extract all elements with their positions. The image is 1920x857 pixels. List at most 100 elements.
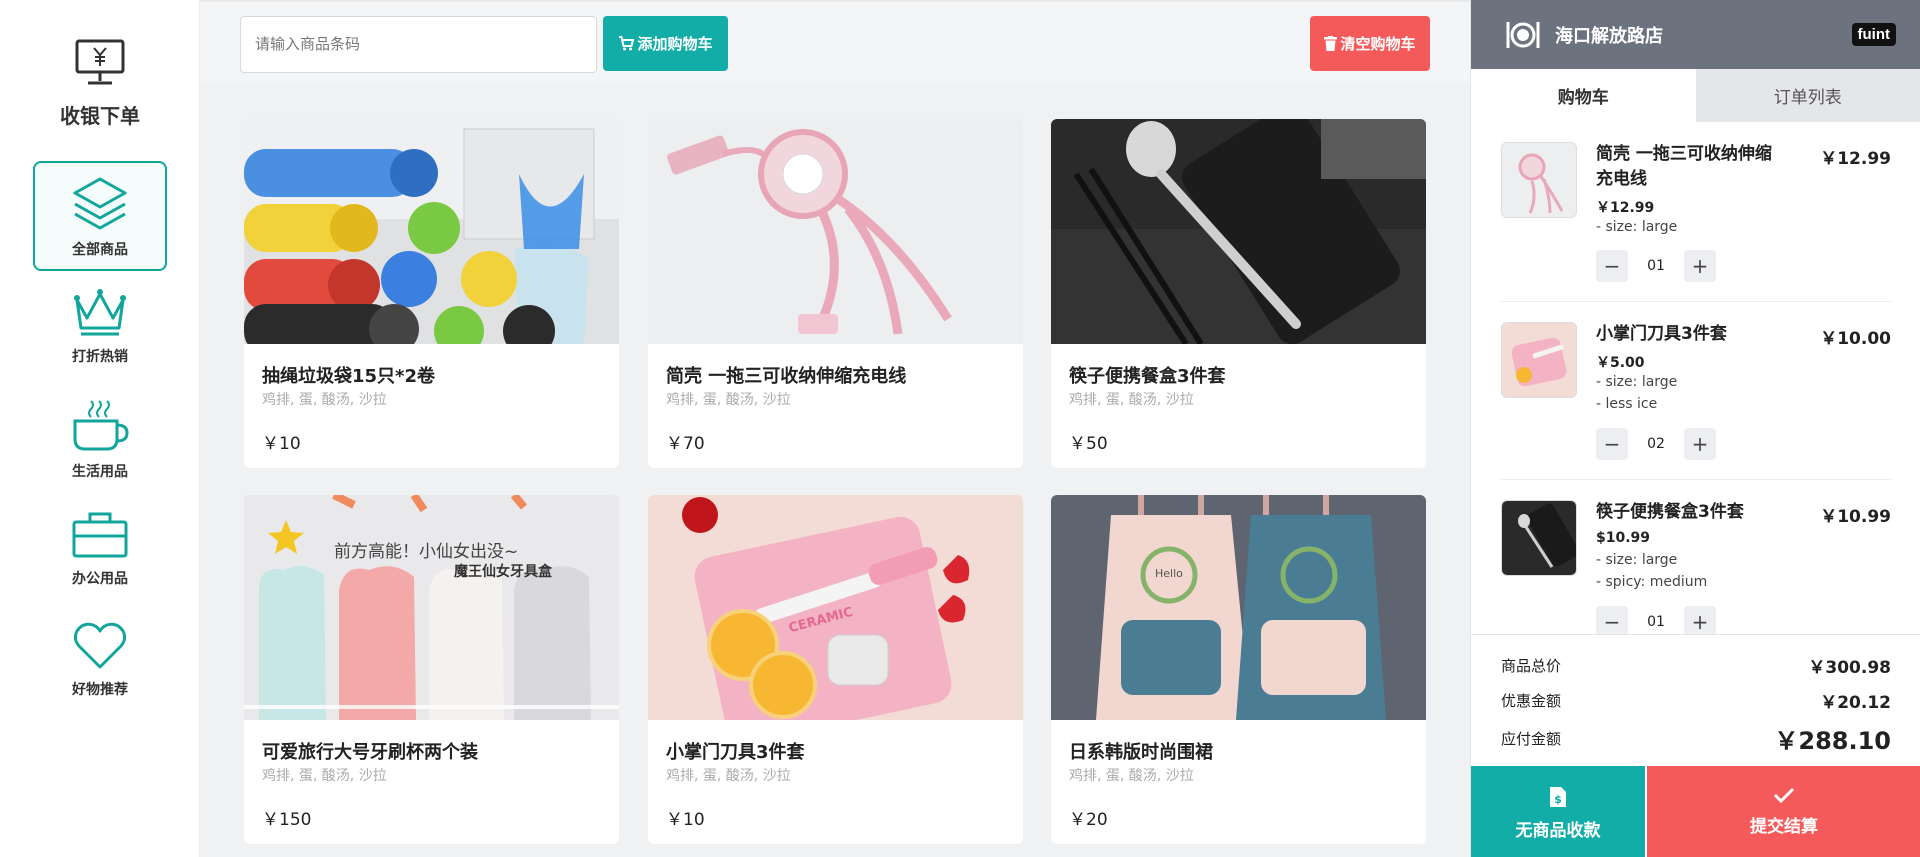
discount-label: 优惠金额	[1501, 692, 1562, 710]
cart-item-unit-price: $10.99	[1596, 530, 1651, 546]
cart-panel: 海口解放路店 fuint 购物车 订单列表 简壳 一拖三可收纳伸缩充电线 ￥12…	[1470, 0, 1920, 857]
summary-payable-row: 应付金额 ￥288.10	[1501, 721, 1891, 756]
quantity-value[interactable]: 02	[1628, 436, 1684, 452]
order-summary: 商品总价 ￥300.98 优惠金额 ￥20.12 应付金额 ￥288.10	[1471, 634, 1920, 766]
payable-label: 应付金额	[1501, 730, 1562, 748]
brand: 收银下单	[0, 38, 200, 129]
receipt-dollar-icon: $	[1550, 787, 1566, 807]
quantity-stepper: − 01 +	[1596, 250, 1716, 282]
quantity-value[interactable]: 01	[1628, 258, 1684, 274]
nav-recommended[interactable]: 好物推荐	[33, 607, 167, 717]
cart-item-thumbnail	[1501, 500, 1577, 576]
total-value: ￥300.98	[1808, 658, 1891, 678]
nav-office-goods[interactable]: 办公用品	[33, 496, 167, 606]
payable-value: ￥288.10	[1774, 727, 1891, 755]
cart-item-option: - less ice	[1596, 396, 1658, 412]
shop-name: 海口解放路店	[1555, 25, 1663, 47]
decrease-button[interactable]: −	[1596, 428, 1628, 460]
product-card[interactable]: 筷子便携餐盒3件套 鸡排, 蛋, 酸汤, 沙拉 ￥50	[1051, 119, 1426, 468]
product-price: ￥20	[1069, 810, 1108, 830]
nav-label: 打折热销	[72, 349, 128, 365]
cart-item-total: ￥12.99	[1820, 149, 1891, 169]
product-card[interactable]: CERAMIC 小掌门刀具3件套 鸡排, 蛋, 酸汤, 沙拉 ￥10	[648, 495, 1023, 844]
product-desc: 鸡排, 蛋, 酸汤, 沙拉	[666, 392, 791, 408]
product-card[interactable]: 抽绳垃圾袋15只*2卷 鸡排, 蛋, 酸汤, 沙拉 ￥10	[244, 119, 619, 468]
product-image-subline: 魔王仙女牙具盒	[454, 564, 552, 580]
add-to-cart-button[interactable]: 添加购物车	[603, 16, 728, 71]
decrease-button[interactable]: −	[1596, 250, 1628, 282]
clear-cart-label: 清空购物车	[1340, 35, 1416, 53]
summary-total-row: 商品总价 ￥300.98	[1501, 653, 1891, 678]
cart-item-option: - size: large	[1596, 219, 1678, 235]
product-name: 小掌门刀具3件套	[666, 742, 805, 763]
add-to-cart-label: 添加购物车	[637, 35, 713, 53]
monitor-yen-icon	[75, 39, 125, 85]
product-desc: 鸡排, 蛋, 酸汤, 沙拉	[262, 768, 387, 784]
page-title: 收银下单	[60, 104, 140, 128]
product-price: ￥150	[262, 810, 312, 830]
product-name: 日系韩版时尚围裙	[1069, 742, 1213, 763]
barcode-search-input[interactable]	[240, 16, 597, 73]
product-card[interactable]: 前方高能！小仙女出没~ 魔王仙女牙具盒 可爱旅行大号牙刷杯两个装 鸡排, 蛋, …	[244, 495, 619, 844]
nav-discount-hot[interactable]: 打折热销	[33, 274, 167, 384]
clear-cart-button[interactable]: 清空购物车	[1310, 16, 1430, 71]
product-card[interactable]: Hello 日系韩版时尚围裙 鸡排, 蛋, 酸汤, 沙拉 ￥20	[1051, 495, 1426, 844]
product-name: 抽绳垃圾袋15只*2卷	[262, 366, 435, 387]
summary-discount-row: 优惠金额 ￥20.12	[1501, 688, 1891, 713]
cart-item-name: 简壳 一拖三可收纳伸缩充电线	[1596, 144, 1772, 189]
cart-item-option: - size: large	[1596, 374, 1678, 390]
toolbar: 添加购物车 清空购物车	[200, 0, 1470, 83]
cart-item-thumbnail	[1501, 142, 1577, 218]
crown-icon	[74, 289, 126, 336]
cart-item-option: - size: large	[1596, 552, 1678, 568]
product-desc: 鸡排, 蛋, 酸汤, 沙拉	[1069, 392, 1194, 408]
cart-item-thumbnail	[1501, 322, 1577, 398]
product-card[interactable]: 简壳 一拖三可收纳伸缩充电线 鸡排, 蛋, 酸汤, 沙拉 ￥70	[648, 119, 1023, 468]
product-image-cutlery-set	[1051, 119, 1426, 344]
cart-icon	[619, 36, 635, 51]
product-grid: 抽绳垃圾袋15只*2卷 鸡排, 蛋, 酸汤, 沙拉 ￥10 简壳 一拖三可收纳伸…	[200, 83, 1470, 857]
quantity-stepper: − 02 +	[1596, 428, 1716, 460]
product-name: 可爱旅行大号牙刷杯两个装	[262, 742, 478, 763]
product-price: ￥10	[666, 810, 705, 830]
cart-item: 小掌门刀具3件套 ￥10.00 ￥5.00 - size: large - le…	[1501, 302, 1891, 480]
nav-all-products[interactable]: 全部商品	[33, 161, 167, 271]
cart-item-name: 小掌门刀具3件套	[1596, 324, 1727, 344]
cart-item-option: - spicy: medium	[1596, 574, 1708, 590]
coffee-cup-icon	[73, 400, 129, 451]
cart-item-name: 筷子便携餐盒3件套	[1596, 502, 1744, 522]
brand-badge: fuint	[1851, 23, 1896, 46]
nav-daily-goods[interactable]: 生活用品	[33, 385, 167, 495]
submit-checkout-button[interactable]: 提交结算	[1647, 766, 1920, 857]
increase-button[interactable]: +	[1684, 250, 1716, 282]
nav-label: 生活用品	[72, 464, 128, 480]
cart-item: 筷子便携餐盒3件套 ￥10.99 $10.99 - size: large - …	[1501, 480, 1891, 634]
product-price: ￥10	[262, 434, 301, 454]
cart-item-unit-price: ￥5.00	[1596, 355, 1645, 371]
checkmark-icon	[1773, 787, 1795, 804]
tab-order-list[interactable]: 订单列表	[1695, 69, 1920, 122]
submit-checkout-label: 提交结算	[1750, 817, 1818, 837]
tab-cart[interactable]: 购物车	[1471, 69, 1696, 122]
product-image-knife-set: CERAMIC	[648, 495, 1023, 720]
product-image-charging-cable	[648, 119, 1023, 344]
sidebar: 收银下单 全部商品 打折热销 生活用品 办公用品 好物推荐	[0, 0, 200, 857]
increase-button[interactable]: +	[1684, 428, 1716, 460]
cart-item-total: ￥10.00	[1820, 329, 1891, 349]
briefcase-icon	[72, 512, 128, 558]
cart-tabs: 购物车 订单列表	[1471, 69, 1920, 122]
no-product-checkout-button[interactable]: $ 无商品收款	[1471, 766, 1645, 857]
increase-button[interactable]: +	[1684, 606, 1716, 634]
quantity-value[interactable]: 01	[1628, 614, 1684, 630]
cart-item-total: ￥10.99	[1820, 507, 1891, 527]
plate-cutlery-icon	[1506, 21, 1540, 48]
cart-item-list[interactable]: 简壳 一拖三可收纳伸缩充电线 ￥12.99 ￥12.99 - size: lar…	[1471, 122, 1920, 634]
nav-label: 办公用品	[72, 571, 128, 587]
discount-value: ￥20.12	[1820, 693, 1891, 713]
product-image-trash-bags	[244, 119, 619, 344]
shop-header: 海口解放路店 fuint	[1471, 0, 1920, 69]
product-image-headline: 前方高能！小仙女出没~	[334, 542, 519, 562]
decrease-button[interactable]: −	[1596, 606, 1628, 634]
nav-label: 好物推荐	[72, 682, 128, 698]
no-product-checkout-label: 无商品收款	[1515, 821, 1601, 841]
